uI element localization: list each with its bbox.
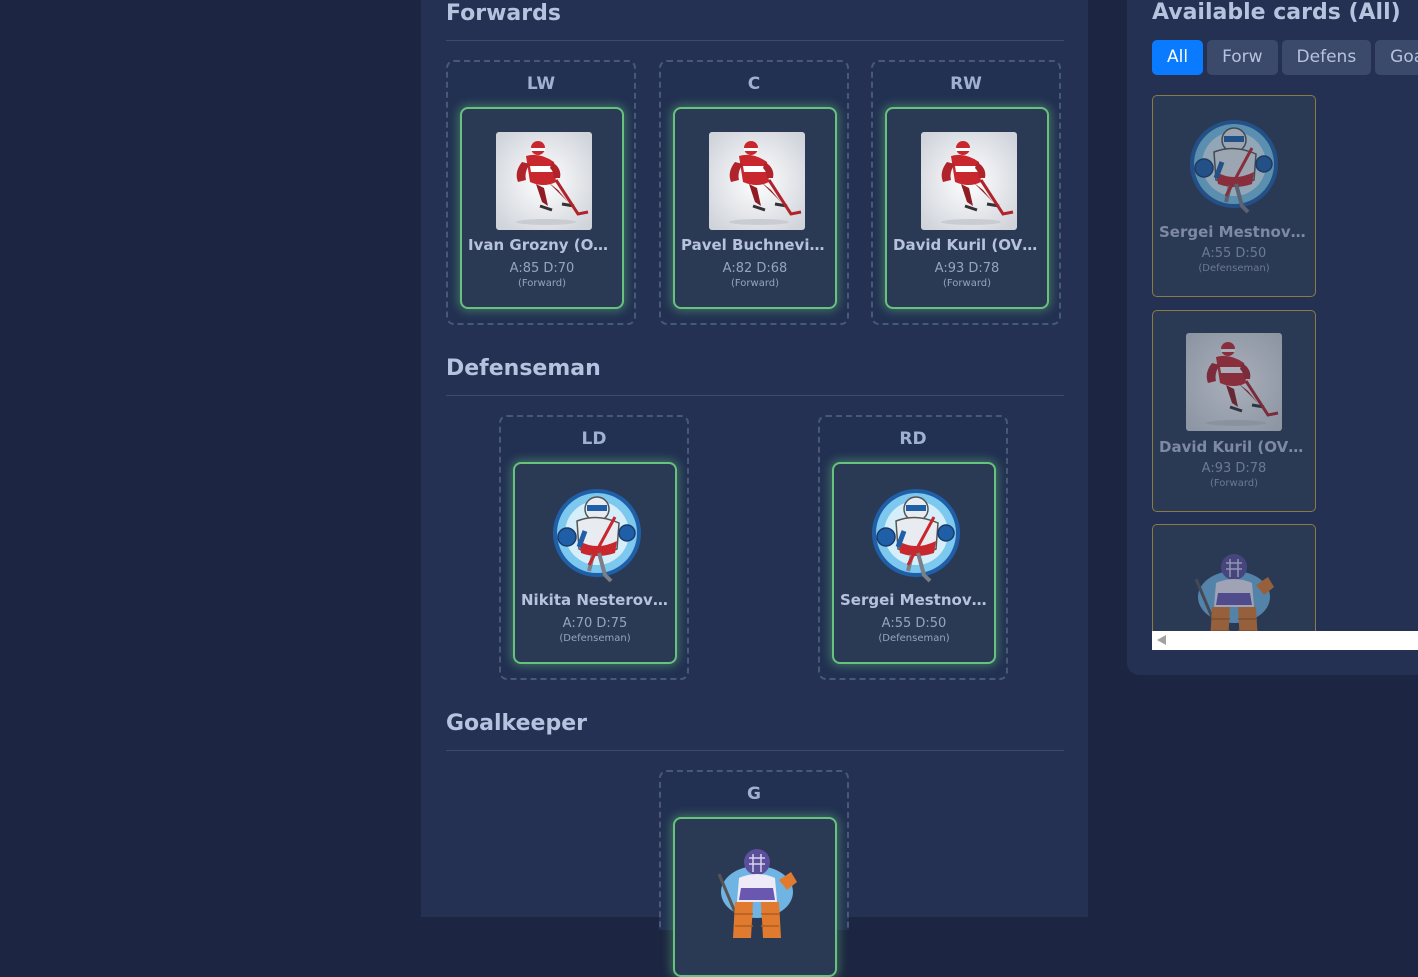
player-card[interactable]: Sergei Mestnov (OVR... A:55 D:50 (Defens… bbox=[832, 462, 996, 664]
horizontal-scrollbar[interactable] bbox=[1152, 631, 1418, 650]
player-name: Ivan Grozny (OVR... bbox=[468, 236, 616, 254]
player-stats: A:70 D:75 bbox=[562, 616, 628, 631]
slot-label: G bbox=[747, 784, 761, 804]
player-card[interactable] bbox=[673, 817, 837, 977]
player-card[interactable]: Ivan Grozny (OVR... A:85 D:70 (Forward) bbox=[460, 107, 624, 309]
slot-label: LD bbox=[581, 429, 607, 449]
player-role: (Forward) bbox=[517, 278, 567, 289]
defenseman-avatar-icon bbox=[1186, 118, 1282, 216]
filter-bar: AllForwDefensGoa bbox=[1152, 40, 1418, 75]
goalkeeper-title: Goalkeeper bbox=[446, 711, 587, 736]
player-name: Nikita Nesterov (OVR... bbox=[521, 591, 669, 609]
available-panel: Available cards (All) AllForwDefensGoa S… bbox=[1127, 0, 1418, 675]
defenseman-avatar-icon bbox=[549, 487, 645, 585]
player-stats: A:55 D:50 bbox=[1201, 246, 1267, 261]
player-role: (Forward) bbox=[1209, 478, 1259, 489]
defense-divider bbox=[446, 395, 1064, 396]
player-role: (Defenseman) bbox=[1198, 263, 1270, 274]
forwards-title: Forwards bbox=[446, 1, 561, 26]
goalkeeper-avatar-icon bbox=[709, 842, 805, 940]
player-name: David Kuril (OVR... bbox=[893, 236, 1041, 254]
player-stats: A:55 D:50 bbox=[881, 616, 947, 631]
player-stats: A:82 D:68 bbox=[722, 261, 788, 276]
goalkeeper-divider bbox=[446, 750, 1064, 751]
player-card[interactable]: Nikita Nesterov (OVR... A:70 D:75 (Defen… bbox=[513, 462, 677, 664]
player-role: (Forward) bbox=[942, 278, 992, 289]
player-role: (Defenseman) bbox=[559, 633, 631, 644]
slot-label: LW bbox=[526, 74, 556, 94]
slot-c[interactable]: C Pavel Buchnevich... A:82 D:68 (Forward… bbox=[659, 60, 849, 325]
available-card[interactable]: David Kuril (OVR... A:93 D:78 (Forward) bbox=[1152, 310, 1316, 512]
player-role: (Forward) bbox=[730, 278, 780, 289]
available-card[interactable]: Sergei Mestnov (OVR... A:55 D:50 (Defens… bbox=[1152, 95, 1316, 297]
slot-lw[interactable]: LW Ivan Grozny (OVR... A:85 D:70 (Forwar… bbox=[446, 60, 636, 325]
player-card[interactable]: David Kuril (OVR... A:93 D:78 (Forward) bbox=[885, 107, 1049, 309]
player-card[interactable]: Pavel Buchnevich... A:82 D:68 (Forward) bbox=[673, 107, 837, 309]
available-card[interactable] bbox=[1152, 524, 1316, 631]
forward-avatar-icon bbox=[921, 132, 1017, 230]
goalkeeper-avatar-icon bbox=[1186, 547, 1282, 631]
player-stats: A:93 D:78 bbox=[934, 261, 1000, 276]
filter-all-button[interactable]: All bbox=[1152, 40, 1204, 75]
slot-rw[interactable]: RW David Kuril (OVR... A:93 D:78 (Forwar… bbox=[871, 60, 1061, 325]
forwards-divider bbox=[446, 40, 1064, 41]
defense-title: Defenseman bbox=[446, 356, 601, 381]
player-name: Pavel Buchnevich... bbox=[681, 236, 829, 254]
slot-rd[interactable]: RD Sergei Mestnov (OVR... A:55 D:50 (Def… bbox=[818, 415, 1008, 680]
forward-avatar-icon bbox=[496, 132, 592, 230]
filter-goalie-button[interactable]: Goa bbox=[1375, 40, 1418, 75]
player-name: Sergei Mestnov (OVR... bbox=[840, 591, 988, 609]
player-role: (Defenseman) bbox=[878, 633, 950, 644]
slot-ld[interactable]: LD Nikita Nesterov (OVR... A:70 D:75 (De… bbox=[499, 415, 689, 680]
filter-forward-button[interactable]: Forw bbox=[1207, 40, 1278, 75]
player-stats: A:85 D:70 bbox=[509, 261, 575, 276]
available-title: Available cards (All) bbox=[1152, 0, 1401, 25]
defenseman-avatar-icon bbox=[868, 487, 964, 585]
slot-label: C bbox=[747, 74, 761, 94]
slot-label: RD bbox=[899, 429, 927, 449]
scroll-left-icon[interactable] bbox=[1157, 635, 1166, 645]
slot-g[interactable]: G bbox=[659, 770, 849, 977]
player-name: David Kuril (OVR... bbox=[1159, 438, 1309, 456]
available-card-list[interactable]: Sergei Mestnov (OVR... A:55 D:50 (Defens… bbox=[1152, 95, 1418, 631]
forward-avatar-icon bbox=[1186, 333, 1282, 431]
player-stats: A:93 D:78 bbox=[1201, 461, 1267, 476]
player-name: Sergei Mestnov (OVR... bbox=[1159, 223, 1309, 241]
slot-label: RW bbox=[950, 74, 982, 94]
filter-defense-button[interactable]: Defens bbox=[1281, 40, 1372, 75]
forward-avatar-icon bbox=[709, 132, 805, 230]
